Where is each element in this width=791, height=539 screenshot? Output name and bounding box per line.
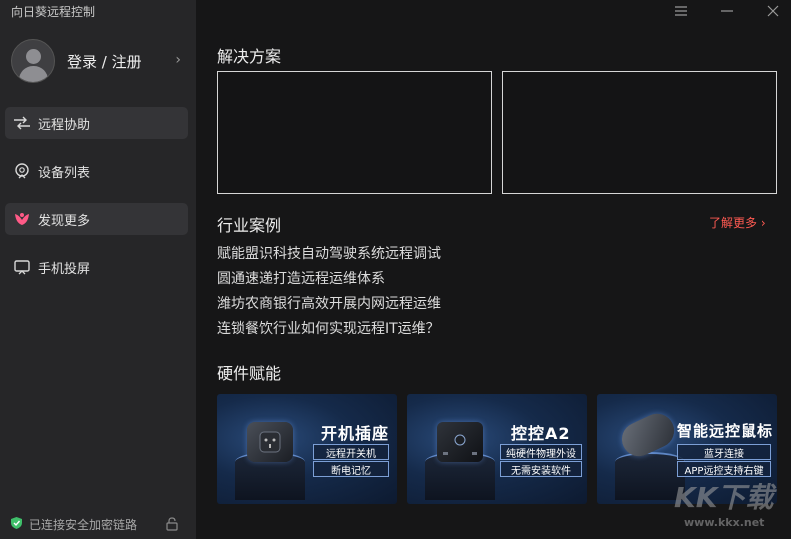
case-item[interactable]: 连锁餐饮行业如何实现远程IT运维？ bbox=[217, 318, 440, 338]
hardware-card-power-socket[interactable]: 开机插座 远程开关机 断电记忆 bbox=[217, 394, 397, 504]
learn-more-link[interactable]: 了解更多 › bbox=[709, 214, 766, 231]
close-icon[interactable] bbox=[763, 2, 783, 20]
app-title: 向日葵远程控制 bbox=[11, 5, 96, 19]
watermark: KK下载 www.kkx.net bbox=[672, 470, 787, 536]
hardware-tag: 无需安装软件 bbox=[500, 461, 582, 477]
shield-check-icon bbox=[10, 515, 23, 534]
hardware-title: 硬件赋能 bbox=[217, 364, 282, 383]
connection-status-text: 已连接安全加密链路 bbox=[29, 517, 138, 532]
sidebar-item-discover-more[interactable]: 发现更多 bbox=[5, 203, 188, 235]
hardware-name: 开机插座 bbox=[321, 424, 390, 443]
hardware-name: 智能远控鼠标 bbox=[677, 422, 774, 440]
discover-more-icon bbox=[12, 209, 32, 229]
sidebar-item-label: 设备列表 bbox=[38, 165, 91, 181]
sidebar-item-screen-cast[interactable]: 手机投屏 bbox=[5, 251, 188, 283]
lock-icon[interactable] bbox=[166, 516, 178, 535]
screen-cast-icon bbox=[12, 257, 32, 277]
case-item[interactable]: 圆通速递打造远程运维体系 bbox=[217, 268, 385, 288]
chevron-right-icon: › bbox=[175, 52, 181, 68]
remote-assist-icon bbox=[12, 113, 32, 133]
case-item[interactable]: 潍坊农商银行高效开展内网远程运维 bbox=[217, 293, 441, 313]
hardware-tag: 远程开关机 bbox=[313, 444, 389, 460]
sidebar-item-label: 手机投屏 bbox=[38, 261, 91, 277]
sidebar-item-remote-assist[interactable]: 远程协助 bbox=[5, 107, 188, 139]
watermark-logo: KK下载 bbox=[674, 481, 774, 514]
case-item[interactable]: 赋能盟识科技自动驾驶系统远程调试 bbox=[217, 243, 441, 263]
cases-title: 行业案例 bbox=[217, 216, 282, 235]
menu-icon[interactable] bbox=[671, 2, 691, 20]
solution-card[interactable] bbox=[217, 71, 492, 194]
sidebar: 向日葵远程控制 登录 / 注册 › 远程协助 设备列表 发现更多 手机投屏 已连… bbox=[0, 0, 196, 539]
avatar bbox=[11, 39, 55, 83]
sidebar-item-label: 远程协助 bbox=[38, 117, 91, 133]
hardware-tag: 蓝牙连接 bbox=[677, 444, 771, 460]
sidebar-item-device-list[interactable]: 设备列表 bbox=[5, 155, 188, 187]
power-socket-image bbox=[247, 422, 293, 462]
kongkong-a2-image bbox=[437, 422, 483, 462]
login-profile-button[interactable]: 登录 / 注册 › bbox=[11, 38, 187, 84]
hardware-card-kongkong-a2[interactable]: 控控A2 纯硬件物理外设 无需安装软件 bbox=[407, 394, 587, 504]
minimize-icon[interactable] bbox=[717, 2, 737, 20]
device-list-icon bbox=[12, 161, 32, 181]
hardware-tag: 纯硬件物理外设 bbox=[500, 444, 582, 460]
login-label: 登录 / 注册 bbox=[67, 52, 142, 71]
solutions-title: 解决方案 bbox=[217, 47, 282, 66]
connection-status: 已连接安全加密链路 bbox=[10, 515, 180, 533]
hardware-name: 控控A2 bbox=[511, 424, 571, 443]
solution-card[interactable] bbox=[502, 71, 777, 194]
watermark-url: www.kkx.net bbox=[684, 516, 765, 529]
hardware-tag: 断电记忆 bbox=[313, 461, 389, 477]
sidebar-item-label: 发现更多 bbox=[38, 213, 91, 229]
